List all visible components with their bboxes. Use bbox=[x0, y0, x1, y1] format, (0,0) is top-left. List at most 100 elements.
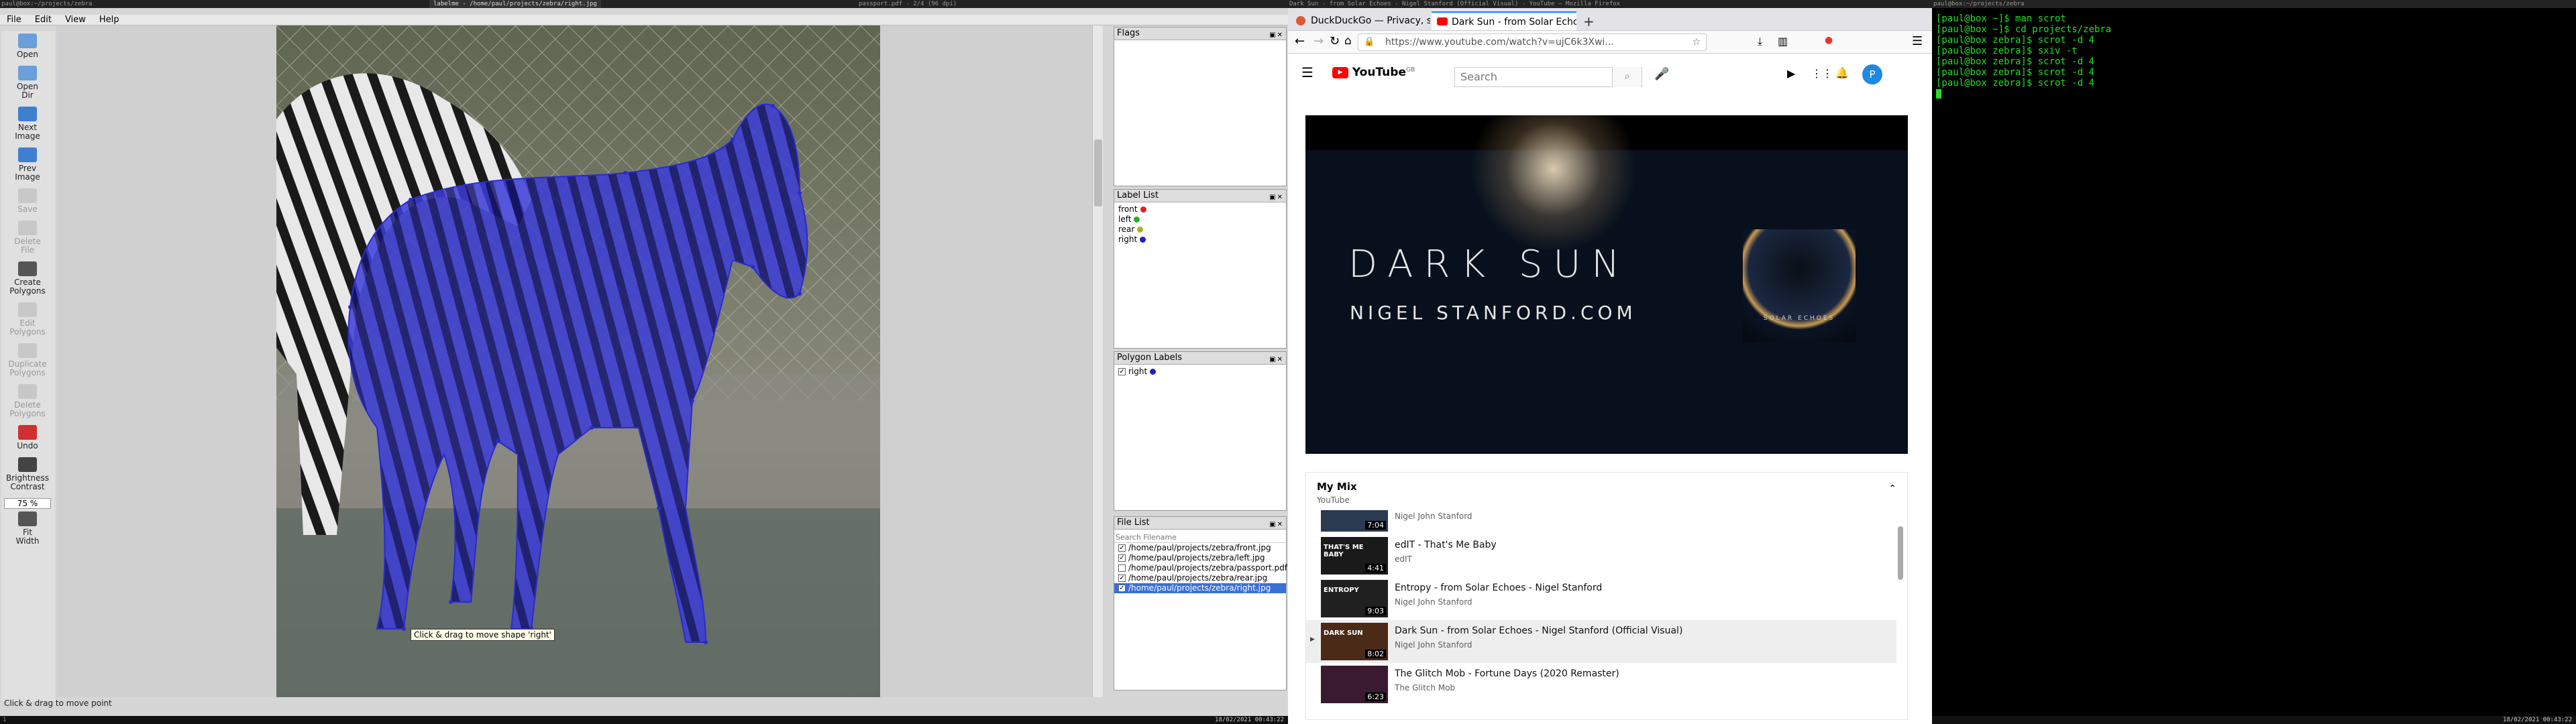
tool-label: Polygons bbox=[9, 286, 46, 296]
label-item[interactable]: left bbox=[1114, 215, 1286, 225]
logo-text: YouTube bbox=[1352, 66, 1406, 79]
canvas-scrollbar[interactable] bbox=[1092, 25, 1103, 697]
label-item[interactable]: right bbox=[1114, 235, 1286, 245]
fit-width-button[interactable]: Fit Width bbox=[1, 511, 54, 546]
menu-file[interactable]: File bbox=[4, 15, 24, 25]
label-color-dot bbox=[1140, 206, 1146, 213]
tool-brightness-contrast[interactable]: Brightness Contrast bbox=[1, 457, 54, 491]
checkbox[interactable]: ✓ bbox=[1118, 544, 1126, 552]
file-path: /home/paul/projects/zebra/rear.jpg bbox=[1128, 573, 1268, 583]
zoom-spinbox[interactable]: 75 % bbox=[4, 498, 51, 509]
new-tab-icon[interactable]: + bbox=[1583, 13, 1595, 29]
tool-open-dir[interactable]: Open Dir bbox=[1, 66, 54, 100]
microphone-icon[interactable]: 🎤 bbox=[1654, 67, 1669, 81]
label-item[interactable]: rear bbox=[1114, 225, 1286, 235]
tab-title: Dark Sun - from Solar Echoes bbox=[1452, 17, 1576, 27]
playlist-item[interactable]: ENTROPY 9:03 Entropy - from Solar Echoes -… bbox=[1306, 577, 1896, 620]
file-list-item[interactable]: ✓/home/paul/projects/zebra/left.jpg bbox=[1114, 553, 1286, 563]
bookmark-star-icon[interactable]: ☆ bbox=[1692, 34, 1701, 50]
search-input[interactable]: Search ⌕ bbox=[1454, 67, 1642, 87]
terminal-line: [paul@box ~]$ cd projects/zebra bbox=[1936, 24, 2112, 35]
extension-icon[interactable]: ● bbox=[1825, 35, 1833, 46]
checkbox[interactable]: ✓ bbox=[1118, 368, 1126, 375]
home-icon[interactable]: ⌂ bbox=[1344, 34, 1352, 48]
polygon-labels-list: ✓ right bbox=[1114, 364, 1286, 510]
chevron-up-icon[interactable]: ⌃ bbox=[1888, 483, 1896, 494]
apps-grid-icon[interactable]: ⋮⋮ bbox=[1811, 67, 1833, 80]
tool-prev-image[interactable]: Prev Image bbox=[1, 147, 54, 182]
file-list-item[interactable]: ✓/home/paul/projects/zebra/right.jpg bbox=[1114, 583, 1286, 593]
tool-open[interactable]: Open bbox=[1, 34, 54, 59]
url-bar[interactable]: 🔒 https://www.youtube.com/watch?v=ujC6k3… bbox=[1358, 34, 1707, 51]
canvas-area[interactable]: Click & drag to move shape 'right' bbox=[56, 25, 1103, 697]
tool-delete-file[interactable]: Delete File bbox=[1, 221, 54, 255]
menu-help[interactable]: Help bbox=[97, 15, 122, 25]
menu-edit[interactable]: Edit bbox=[32, 15, 54, 25]
tool-save[interactable]: Save bbox=[1, 188, 54, 214]
now-playing-icon: ▶ bbox=[1310, 636, 1315, 643]
wm-title-right: passport.pdf - 2/4 (96 dpi) bbox=[859, 1, 957, 7]
label-item[interactable]: front bbox=[1114, 204, 1286, 215]
canvas-scroll-thumb[interactable] bbox=[1094, 139, 1102, 206]
edit-icon bbox=[18, 302, 37, 317]
downloads-icon[interactable]: ⤓ bbox=[1758, 35, 1762, 48]
label-list-dock: Label List ▣✕ front left rear right bbox=[1114, 189, 1287, 349]
playlist-thumbnail: ENTROPY 9:03 bbox=[1321, 580, 1388, 617]
menu-icon[interactable]: ☰ bbox=[1912, 34, 1923, 48]
label-name: right bbox=[1118, 235, 1138, 244]
workspace-indicator[interactable]: 1 bbox=[0, 717, 6, 723]
playlist-item[interactable]: THAT'S ME BABY 4:41 edIT - That's Me Baby e… bbox=[1306, 534, 1896, 577]
zebra-image[interactable]: Click & drag to move shape 'right' bbox=[276, 25, 880, 697]
hamburger-icon[interactable]: ☰ bbox=[1301, 64, 1313, 80]
youtube-logo[interactable]: ▶ YouTubeGB bbox=[1332, 66, 1415, 79]
tool-edit-polygons[interactable]: Edit Polygons bbox=[1, 302, 54, 337]
copy-icon bbox=[18, 343, 37, 358]
create-video-icon[interactable]: ▶ bbox=[1787, 67, 1795, 80]
playlist-item[interactable]: 7:04 Nigel John Stanford bbox=[1306, 510, 1896, 534]
avatar[interactable]: P bbox=[1862, 64, 1882, 84]
clock: 18/02/2021 00:43:22 bbox=[2503, 717, 2572, 723]
file-list-item[interactable]: ✓/home/paul/projects/zebra/rear.jpg bbox=[1114, 573, 1286, 583]
checkbox[interactable]: ✓ bbox=[1118, 554, 1126, 562]
search-icon[interactable]: ⌕ bbox=[1612, 67, 1642, 87]
tool-duplicate-polygons[interactable]: Duplicate Polygons bbox=[1, 343, 54, 377]
playlist-title: My Mix bbox=[1317, 481, 1357, 493]
checkbox[interactable]: ✓ bbox=[1118, 575, 1126, 582]
file-list-item[interactable]: /home/paul/projects/zebra/passport.pdf bbox=[1114, 563, 1287, 573]
tool-undo[interactable]: Undo bbox=[1, 425, 54, 450]
back-icon[interactable]: ← bbox=[1295, 34, 1305, 48]
polygon-label-item[interactable]: ✓ right bbox=[1114, 367, 1286, 377]
file-list-title-text: File List bbox=[1117, 518, 1150, 528]
wm-title-bar: paul@box:~/projects/zebra labelme - /hom… bbox=[0, 0, 1288, 8]
tab-duckduckgo[interactable]: DuckDuckGo — Privacy, simplified. bbox=[1291, 11, 1430, 30]
label-name: left bbox=[1118, 215, 1132, 224]
label-name: rear bbox=[1118, 225, 1135, 234]
tool-label: File bbox=[20, 245, 35, 255]
forward-icon[interactable]: → bbox=[1313, 34, 1324, 48]
playlist-item[interactable]: ▶ DARK SUN 8:02 Dark Sun - from Solar Echoe… bbox=[1306, 620, 1896, 663]
playlist-items: 7:04 Nigel John Stanford THAT'S ME BABY 4:4… bbox=[1306, 510, 1896, 719]
file-list-item[interactable]: ✓/home/paul/projects/zebra/front.jpg bbox=[1114, 543, 1286, 553]
checkbox[interactable]: ✓ bbox=[1118, 585, 1126, 592]
tool-next-image[interactable]: Next Image bbox=[1, 107, 54, 141]
clock: 18/02/2021 00:43:22 bbox=[1215, 717, 1284, 723]
arrow-right-icon bbox=[18, 107, 37, 121]
wm-title-left: paul@box:~/projects/zebra bbox=[1, 1, 93, 7]
wm-title-active: labelme - /home/paul/projects/zebra/righ… bbox=[429, 0, 601, 8]
playlist-item[interactable]: 6:23 The Glitch Mob - Fortune Days (2020 … bbox=[1306, 663, 1896, 706]
menu-view[interactable]: View bbox=[62, 15, 89, 25]
tool-delete-polygons[interactable]: Delete Polygons bbox=[1, 384, 54, 418]
tab-youtube-active[interactable]: Dark Sun - from Solar Echoes bbox=[1432, 11, 1576, 30]
library-icon[interactable]: ▥ bbox=[1778, 35, 1788, 48]
terminal-line: [paul@box zebra]$ scrot -d 4 bbox=[1936, 78, 2095, 88]
notifications-bell-icon[interactable]: 🔔 bbox=[1835, 66, 1849, 79]
checkbox[interactable] bbox=[1118, 564, 1126, 572]
search-filename-input[interactable] bbox=[1114, 532, 1286, 543]
tool-create-polygons[interactable]: Create Polygons bbox=[1, 261, 54, 296]
terminal-output[interactable]: [paul@box ~]$ man scrot [paul@box ~]$ cd … bbox=[1936, 13, 2567, 99]
logo-region: GB bbox=[1405, 66, 1415, 74]
reload-icon[interactable]: ↻ bbox=[1330, 34, 1340, 48]
video-site-text: NIGEL STANFORD.COM bbox=[1350, 302, 1637, 324]
video-player[interactable]: DARK SUN NIGEL STANFORD.COM SOLAR ECHOES bbox=[1305, 115, 1908, 454]
playlist-scrollbar[interactable] bbox=[1898, 526, 1903, 580]
